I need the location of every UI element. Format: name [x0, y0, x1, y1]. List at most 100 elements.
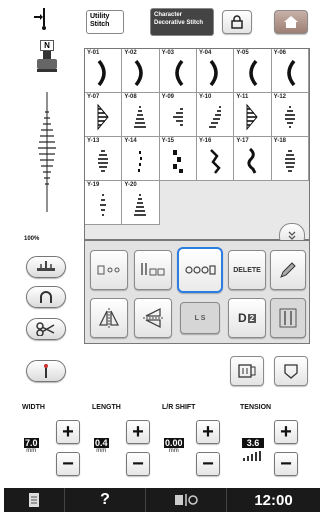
stitch-cell[interactable]: Y-18 [271, 137, 309, 181]
mirror-horizontal-icon [143, 307, 163, 329]
stitch-number: Y-08 [124, 94, 137, 100]
stitch-cell[interactable]: Y-12 [271, 93, 309, 137]
stitch-number: Y-18 [273, 138, 286, 144]
param-value-display: 0.4 mm [94, 438, 109, 454]
mirror-vertical-button[interactable] [90, 298, 128, 338]
twin-needle-button[interactable] [270, 298, 306, 338]
stitch-number: Y-14 [124, 138, 137, 144]
increase-button[interactable]: + [126, 420, 150, 444]
twin-needle-icon [279, 308, 297, 328]
stitch-cell[interactable]: Y-10 [196, 93, 235, 137]
stitch-cell[interactable]: Y-15 [159, 137, 197, 181]
decrease-button[interactable]: − [274, 452, 298, 476]
manual-button[interactable] [4, 488, 65, 512]
stitch-number: Y-12 [273, 94, 286, 100]
stitch-cell[interactable]: Y-06 [271, 49, 309, 93]
tension-level-icon [242, 448, 264, 466]
needle-position-icon [37, 261, 55, 271]
size-ls-button[interactable]: L S [180, 302, 220, 334]
needle-threading-button[interactable] [26, 360, 66, 382]
stitch-cell[interactable]: Y-11 [234, 93, 272, 137]
stitch-cell[interactable]: Y-09 [159, 93, 197, 137]
stitch-cell[interactable]: Y-13 [85, 137, 123, 181]
presser-foot-indicator: N [34, 40, 60, 78]
size-ls-label: L S [194, 314, 206, 322]
presser-foot-lift-button[interactable] [26, 286, 66, 308]
home-button[interactable] [274, 10, 308, 34]
stitch-cell[interactable]: Y-16 [196, 137, 235, 181]
delete-button[interactable]: DELETE [228, 250, 266, 290]
stitch-preview [36, 92, 58, 212]
presser-foot-lift-icon [40, 291, 52, 303]
stitch-number: Y-06 [273, 50, 286, 56]
stitch-cell[interactable]: Y-01 [85, 49, 123, 93]
increase-button[interactable]: + [274, 420, 298, 444]
param-label: WIDTH [22, 404, 45, 411]
stitch-number: Y-07 [87, 94, 100, 100]
stitch-cell[interactable]: Y-14 [122, 137, 160, 181]
image-display-button[interactable] [274, 356, 308, 386]
stitch-cell[interactable]: Y-03 [159, 49, 197, 93]
stitch-pattern-icon [97, 265, 120, 275]
param-value: 7.0 [24, 438, 39, 448]
param-label: TENSION [240, 404, 272, 411]
increase-button[interactable]: + [56, 420, 80, 444]
thread-cutter-button[interactable] [26, 318, 66, 340]
zoom-level: 100% [24, 236, 40, 242]
increase-button[interactable]: + [196, 420, 220, 444]
bottom-bar: ? 12:00 [4, 488, 320, 512]
needle-position-button[interactable] [26, 256, 66, 278]
decrease-button[interactable]: − [126, 452, 150, 476]
stitch-cell[interactable]: Y-02 [122, 49, 160, 93]
decrease-button[interactable]: − [196, 452, 220, 476]
edit-pencil-button[interactable] [270, 250, 306, 290]
mirror-horizontal-button[interactable] [134, 298, 172, 338]
param-value-display: 3.6 [242, 438, 264, 466]
repeat-count-value: 2 [247, 313, 257, 323]
single-repeat-icon [185, 265, 216, 275]
needle-icon [44, 364, 48, 378]
memory-icon [238, 364, 256, 378]
needle-mode-icon[interactable] [28, 6, 54, 32]
padlock-icon [231, 15, 243, 29]
clock-display: 12:00 [254, 491, 293, 509]
stitch-number: Y-13 [87, 138, 100, 144]
repeat-count-button[interactable]: D 2 [228, 298, 266, 338]
stitch-cell[interactable]: Y-08 [122, 93, 160, 137]
stitch-number: Y-15 [161, 138, 174, 144]
decrease-button[interactable]: − [56, 452, 80, 476]
stitch-cell[interactable]: Y-20 [122, 181, 160, 225]
param-value: 3.6 [242, 438, 264, 448]
presser-foot-letter: N [40, 40, 54, 51]
stitch-number: Y-01 [87, 50, 100, 56]
tab-character-decorative-stitch[interactable]: Character Decorative Stitch [150, 8, 214, 36]
memory-button[interactable] [230, 356, 264, 386]
stitch-number: Y-19 [87, 182, 100, 188]
home-icon [284, 16, 298, 28]
stitch-number: Y-11 [236, 94, 249, 100]
mirror-vertical-icon [98, 308, 120, 328]
stitch-number: Y-04 [198, 50, 212, 56]
stitch-combination-button[interactable] [90, 250, 128, 290]
param-unit: mm [168, 448, 179, 454]
param-unit: mm [96, 448, 107, 454]
settings-button[interactable] [146, 488, 227, 512]
param-value: 0.00 [164, 438, 184, 448]
param-value-display: 7.0 mm [24, 438, 39, 454]
tab-utility-stitch[interactable]: Utility Stitch [86, 10, 124, 34]
delete-label: DELETE [233, 266, 261, 274]
stitch-cell[interactable]: Y-19 [85, 181, 123, 225]
stitch-cell[interactable]: Y-05 [234, 49, 272, 93]
stitch-repeat-button[interactable] [134, 250, 172, 290]
stitch-number: Y-02 [124, 50, 137, 56]
stitch-number: Y-09 [161, 94, 174, 100]
repeat-pattern-icon [141, 263, 165, 276]
stitch-cell[interactable]: Y-04 [196, 49, 235, 93]
stitch-cell[interactable]: Y-17 [234, 137, 272, 181]
presser-foot-icon [37, 51, 57, 72]
lock-screen-button[interactable] [222, 10, 252, 34]
stitch-cell[interactable]: Y-07 [85, 93, 123, 137]
help-button[interactable]: ? [65, 488, 146, 512]
single-repeat-button[interactable] [177, 247, 223, 293]
stitch-number: Y-20 [124, 182, 137, 188]
